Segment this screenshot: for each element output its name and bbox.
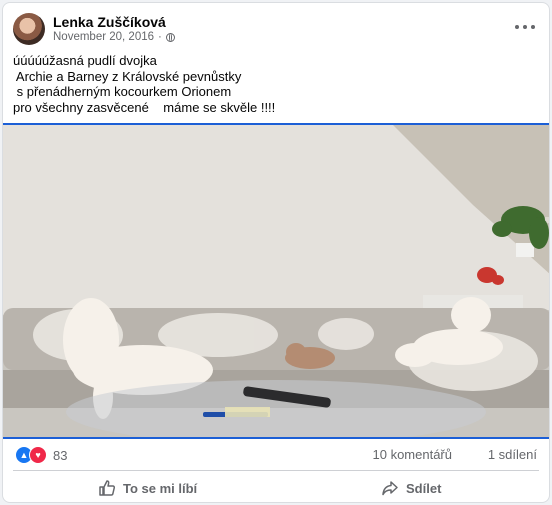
photo-bottom-border xyxy=(3,437,549,439)
post-card: Lenka Zuščíková November 20, 2016 · úúúú… xyxy=(2,2,550,503)
post-meta: November 20, 2016 · xyxy=(53,31,175,43)
post-stats: ▲ ♥ 83 10 komentářů 1 sdílení xyxy=(3,443,549,467)
reactions-summary[interactable]: ▲ ♥ 83 xyxy=(15,446,67,464)
shares-count[interactable]: 1 sdílení xyxy=(488,447,537,462)
like-icon xyxy=(98,479,116,497)
author-avatar[interactable] xyxy=(13,13,45,45)
post-date[interactable]: November 20, 2016 xyxy=(53,31,154,43)
love-reaction-icon: ♥ xyxy=(29,446,47,464)
photo-image xyxy=(3,125,549,437)
comments-count[interactable]: 10 komentářů xyxy=(373,447,453,462)
post-text: úúúúúžasná pudlí dvojka Archie a Barney … xyxy=(13,53,276,116)
post-photo[interactable] xyxy=(3,125,549,437)
post-actions: To se mi líbí Sdílet xyxy=(3,473,549,502)
like-button[interactable]: To se mi líbí xyxy=(98,473,198,502)
author-name[interactable]: Lenka Zuščíková xyxy=(53,14,166,30)
share-button[interactable]: Sdílet xyxy=(381,473,442,502)
more-options-icon[interactable] xyxy=(515,19,535,35)
share-icon xyxy=(381,479,399,497)
meta-separator: · xyxy=(158,31,162,43)
share-label: Sdílet xyxy=(406,480,442,496)
reaction-count: 83 xyxy=(53,447,68,463)
post-header: Lenka Zuščíková November 20, 2016 · xyxy=(3,3,549,49)
like-label: To se mi líbí xyxy=(123,480,198,496)
actions-divider xyxy=(13,470,539,471)
globe-icon xyxy=(165,32,175,42)
